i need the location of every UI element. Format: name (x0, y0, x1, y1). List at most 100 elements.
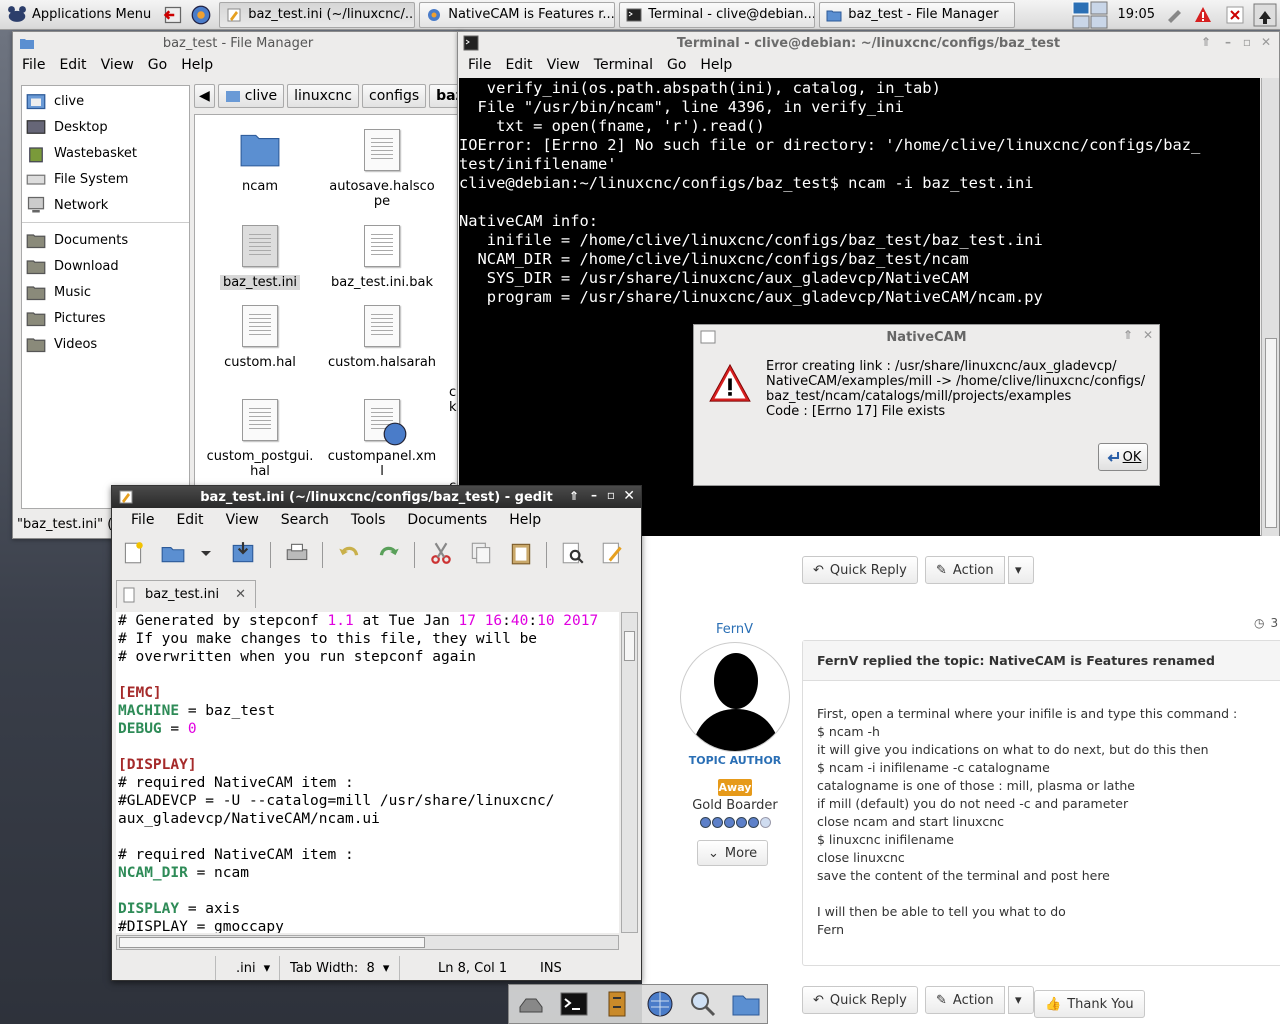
network-icon[interactable] (1165, 5, 1185, 25)
folder-icon[interactable] (731, 989, 761, 1019)
harddisk-icon[interactable] (516, 989, 546, 1019)
scrollbar-thumb[interactable] (624, 631, 635, 661)
menu-search[interactable]: Search (274, 512, 336, 528)
path-back-button[interactable]: ◀ (194, 84, 215, 108)
quick-reply-button[interactable]: ↶ Quick Reply (802, 556, 918, 584)
place-desktop[interactable]: Desktop (22, 114, 189, 140)
workspace-switcher-icon[interactable] (1072, 1, 1108, 29)
menu-file[interactable]: File (124, 512, 161, 528)
terminal-icon[interactable] (559, 989, 589, 1019)
menu-terminal[interactable]: Terminal (587, 57, 660, 73)
horizontal-scrollbar[interactable] (116, 935, 619, 950)
terminal-titlebar[interactable]: Terminal - clive@debian: ~/linuxcnc/conf… (458, 32, 1279, 54)
file-manager-titlebar[interactable]: baz_test - File Manager (13, 32, 463, 54)
vertical-scrollbar[interactable] (621, 612, 638, 933)
new-document-icon[interactable] (120, 540, 146, 566)
file-cabinet-icon[interactable] (602, 989, 632, 1019)
stick-button[interactable]: ⇑ (1201, 35, 1211, 49)
menu-help[interactable]: Help (174, 57, 220, 73)
action-button-bottom[interactable]: ✎ Action (925, 986, 1005, 1014)
close-tab-icon[interactable]: ✕ (235, 587, 246, 602)
menu-file[interactable]: File (15, 57, 52, 73)
menu-edit[interactable]: Edit (52, 57, 93, 73)
dialog-titlebar[interactable]: NativeCAM ⇑ ✕ (694, 325, 1159, 349)
file-custom-hal[interactable]: custom.hal (205, 305, 315, 370)
action-dropdown-button[interactable]: ▾ (1008, 556, 1034, 584)
file-autosave[interactable]: autosave.halscope (327, 129, 437, 209)
task-file-manager[interactable]: baz_test - File Manager (819, 1, 1016, 28)
language-selector[interactable]: .ini ▾ (216, 956, 280, 980)
applications-menu[interactable]: Applications Menu (0, 0, 157, 30)
ok-button[interactable]: OK (1098, 443, 1148, 471)
task-terminal[interactable]: Terminal - clive@debian... (619, 1, 816, 28)
document-tab[interactable]: baz_test.ini ✕ (116, 580, 256, 608)
more-button[interactable]: ⌄ More (697, 840, 769, 866)
minimize-button[interactable]: – (1225, 35, 1231, 49)
menu-help[interactable]: Help (693, 57, 739, 73)
clock[interactable]: 19:05 (1118, 7, 1155, 22)
quick-reply-button-bottom[interactable]: ↶ Quick Reply (802, 986, 918, 1014)
menu-view[interactable]: View (540, 57, 587, 73)
menu-go[interactable]: Go (141, 57, 174, 73)
scrollbar-thumb[interactable] (1265, 338, 1277, 528)
file-ncam[interactable]: ncam (205, 129, 315, 194)
find-icon[interactable] (560, 540, 586, 566)
path-segment-configs[interactable]: configs (362, 84, 427, 108)
menu-help[interactable]: Help (502, 512, 548, 528)
close-button[interactable]: ✕ (623, 488, 635, 504)
place-filesystem[interactable]: File System (22, 166, 189, 192)
close-button[interactable]: ✕ (1143, 328, 1153, 342)
maximize-button[interactable]: ▫ (607, 488, 615, 502)
copy-icon[interactable] (468, 540, 494, 566)
warning-icon[interactable] (1193, 5, 1213, 25)
bookmark-download[interactable]: Download (22, 253, 189, 279)
path-segment-linuxcnc[interactable]: linuxcnc (287, 84, 359, 108)
web-browser-icon[interactable] (645, 989, 675, 1019)
close-session-icon[interactable] (1225, 5, 1245, 25)
redo-icon[interactable] (376, 540, 402, 566)
place-wastebasket[interactable]: Wastebasket (22, 140, 189, 166)
terminal-scrollbar[interactable] (1261, 78, 1279, 536)
task-browser[interactable]: NativeCAM is Features r... (419, 1, 616, 28)
tab-width-selector[interactable]: Tab Width: 8 ▾ (280, 956, 400, 980)
open-dropdown-icon[interactable] (198, 540, 214, 566)
avatar[interactable] (680, 642, 790, 752)
place-network[interactable]: Network (22, 192, 189, 218)
undo-icon[interactable] (336, 540, 362, 566)
menu-view[interactable]: View (219, 512, 266, 528)
menu-documents[interactable]: Documents (400, 512, 494, 528)
file-custom-postgui[interactable]: custom_postgui.hal (205, 399, 315, 479)
menu-file[interactable]: File (461, 57, 498, 73)
bookmark-videos[interactable]: Videos (22, 331, 189, 357)
file-baz-test-ini[interactable]: baz_test.ini (205, 225, 315, 290)
menu-edit[interactable]: Edit (498, 57, 539, 73)
task-gedit[interactable]: baz_test.ini (~/linuxcnc/... (219, 1, 416, 28)
search-icon[interactable] (688, 989, 718, 1019)
cut-icon[interactable] (428, 540, 454, 566)
menu-tools[interactable]: Tools (344, 512, 393, 528)
menu-view[interactable]: View (94, 57, 141, 73)
menu-go[interactable]: Go (660, 57, 693, 73)
stick-button[interactable]: ⇑ (1123, 328, 1133, 342)
bookmark-music[interactable]: Music (22, 279, 189, 305)
show-desktop-icon[interactable] (1253, 3, 1277, 27)
bookmark-documents[interactable]: Documents (22, 227, 189, 253)
file-custompanel-xml[interactable]: custompanel.xml (327, 399, 437, 479)
post-author-link[interactable]: FernV (716, 622, 753, 637)
close-button[interactable]: ✕ (1261, 35, 1271, 49)
text-editor-area[interactable]: # Generated by stepconf 1.1 at Tue Jan 1… (116, 612, 619, 933)
paste-icon[interactable] (508, 540, 534, 566)
place-clive[interactable]: clive (22, 88, 189, 114)
save-icon[interactable] (230, 540, 256, 566)
logout-icon[interactable] (163, 5, 183, 25)
gedit-titlebar[interactable]: baz_test.ini (~/linuxcnc/configs/baz_tes… (112, 486, 641, 508)
find-replace-icon[interactable] (600, 540, 626, 566)
scrollbar-thumb[interactable] (119, 937, 425, 948)
action-button[interactable]: ✎ Action (925, 556, 1005, 584)
file-baz-test-ini-bak[interactable]: baz_test.ini.bak (327, 225, 437, 290)
path-segment-clive[interactable]: clive (217, 84, 285, 108)
stick-button[interactable]: ⇑ (569, 489, 579, 503)
menu-edit[interactable]: Edit (169, 512, 210, 528)
minimize-button[interactable]: – (591, 488, 597, 502)
print-icon[interactable] (284, 540, 310, 566)
